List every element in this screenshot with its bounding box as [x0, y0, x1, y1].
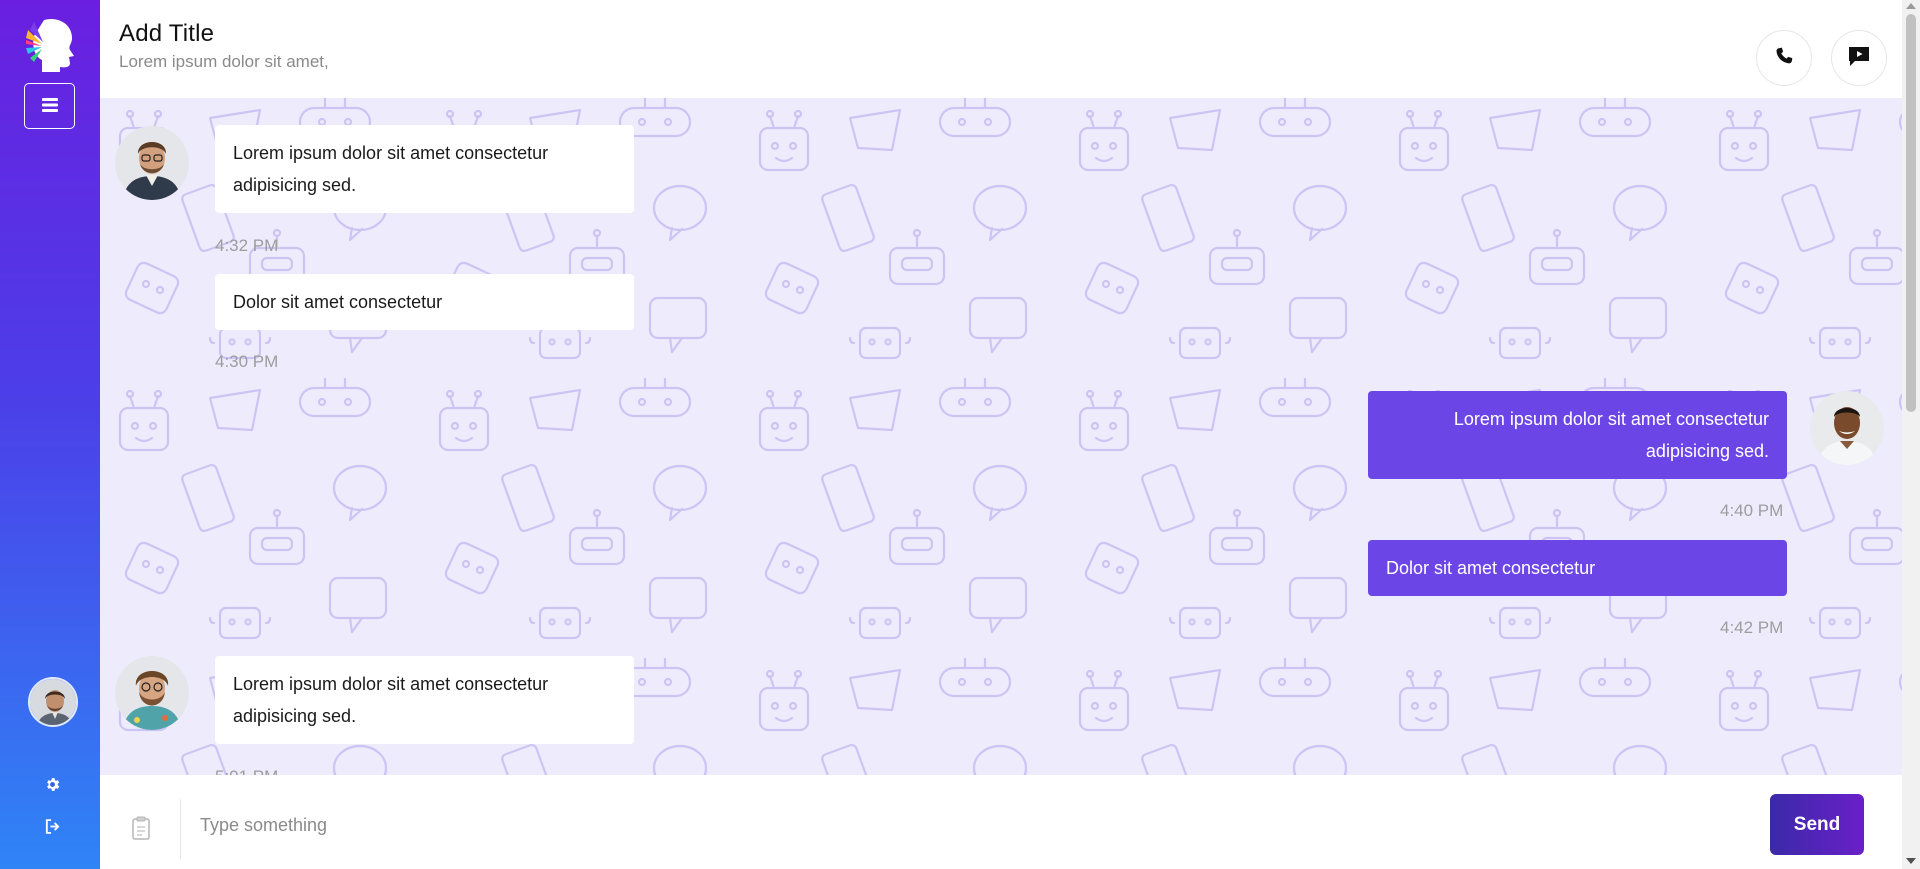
chat-header: Add Title Lorem ipsum dolor sit amet,: [100, 0, 1902, 98]
settings-button[interactable]: [41, 775, 63, 797]
scrollbar-thumb[interactable]: [1906, 14, 1916, 412]
message-timestamp: 4:32 PM: [215, 236, 279, 255]
outgoing-message-bubble: Dolor sit amet consectetur: [1368, 540, 1787, 596]
message-composer: Send: [100, 775, 1902, 869]
gear-icon: [44, 776, 61, 797]
hamburger-menu-icon: [41, 97, 58, 116]
scroll-up-arrow-icon[interactable]: [1906, 3, 1916, 9]
receiver-avatar: [1810, 391, 1884, 465]
sender-avatar: [115, 126, 189, 200]
menu-button[interactable]: [24, 83, 75, 129]
chat-button[interactable]: [1831, 30, 1887, 86]
message-timestamp: 4:40 PM: [1720, 501, 1784, 520]
message-timestamp: 4:42 PM: [1720, 618, 1784, 637]
call-button[interactable]: [1756, 30, 1812, 86]
chat-area[interactable]: Lorem ipsum dolor sit amet consectetur a…: [100, 98, 1902, 775]
clipboard-attach-icon: [130, 816, 152, 844]
sender-avatar: [115, 656, 189, 730]
sidebar: [0, 0, 100, 869]
page-subtitle: Lorem ipsum dolor sit amet,: [119, 52, 329, 71]
message-timestamp: 5:01 PM: [215, 767, 278, 775]
page-scrollbar[interactable]: [1902, 0, 1920, 869]
send-button[interactable]: Send: [1770, 794, 1864, 855]
page-title: Add Title: [119, 20, 215, 47]
chat-video-icon: [1847, 45, 1871, 71]
outgoing-message-bubble: Lorem ipsum dolor sit amet consectetur a…: [1368, 391, 1787, 479]
logout-button[interactable]: [41, 817, 63, 839]
incoming-message-bubble: Lorem ipsum dolor sit amet consectetur a…: [215, 125, 634, 213]
profile-head-logo-icon: [24, 16, 76, 72]
message-input[interactable]: [198, 805, 1758, 845]
composer-divider: [180, 799, 181, 859]
message-timestamp: 4:30 PM: [215, 352, 279, 371]
incoming-message-bubble: Lorem ipsum dolor sit amet consectetur a…: [215, 656, 634, 744]
attach-button[interactable]: [130, 816, 152, 840]
incoming-message-bubble: Dolor sit amet consectetur: [215, 274, 634, 330]
user-avatar[interactable]: [28, 677, 78, 727]
scroll-down-arrow-icon[interactable]: [1906, 858, 1916, 864]
phone-icon: [1774, 46, 1794, 70]
logout-icon: [44, 818, 61, 839]
